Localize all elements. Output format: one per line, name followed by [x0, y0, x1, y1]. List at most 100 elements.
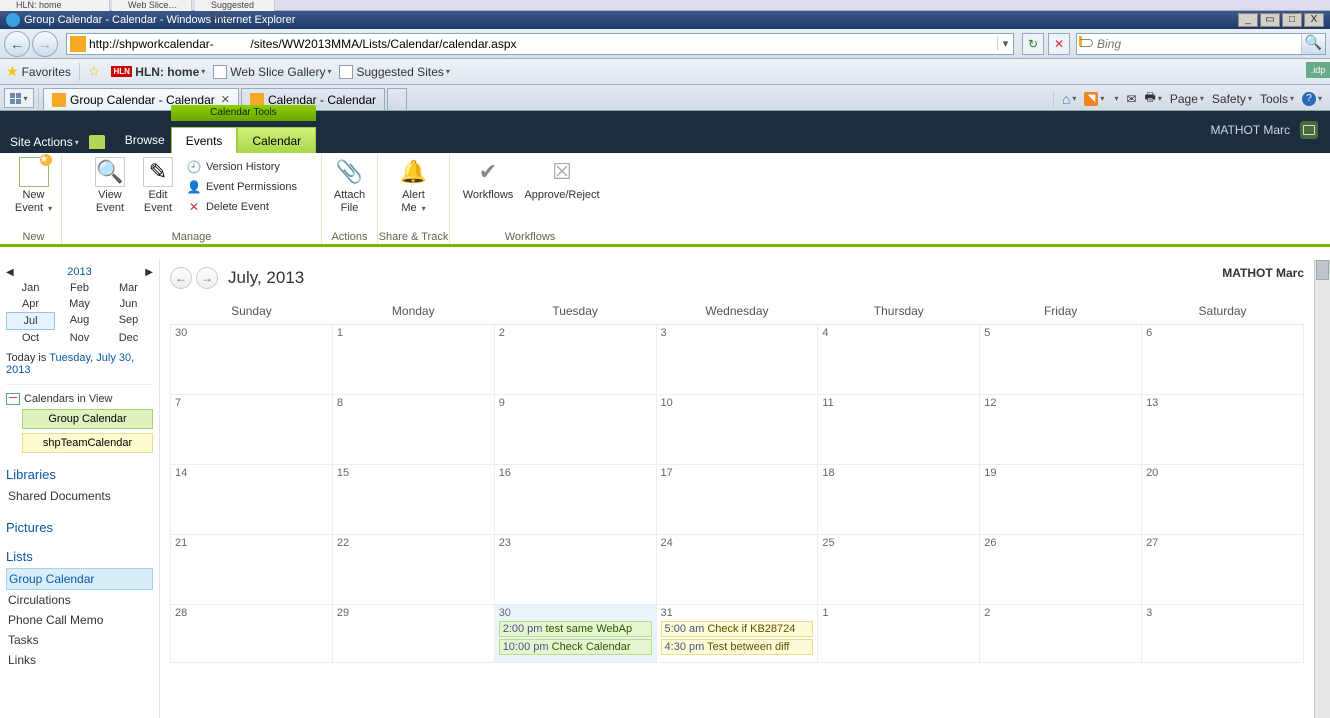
- calendar-cell[interactable]: 3: [656, 325, 818, 395]
- month-jan[interactable]: Jan: [6, 280, 55, 296]
- favorites-label[interactable]: Favorites: [22, 65, 71, 79]
- events-tab[interactable]: Events: [171, 127, 238, 153]
- fav-webslice[interactable]: Web Slice Gallery▾: [213, 65, 331, 79]
- month-sep[interactable]: Sep: [104, 312, 153, 330]
- calendar-cell[interactable]: 6: [1142, 325, 1304, 395]
- search-input[interactable]: [1097, 34, 1301, 54]
- event-item[interactable]: 4:30 pm Test between diff: [661, 639, 814, 655]
- month-nov[interactable]: Nov: [55, 330, 104, 346]
- forward-button[interactable]: →: [32, 31, 58, 57]
- calendar-cell[interactable]: 12: [980, 395, 1142, 465]
- nav-shared-documents[interactable]: Shared Documents: [6, 486, 153, 506]
- month-may[interactable]: May: [55, 296, 104, 312]
- month-mar[interactable]: Mar: [104, 280, 153, 296]
- stop-button[interactable]: ✕: [1048, 33, 1070, 55]
- back-button[interactable]: ←: [4, 31, 30, 57]
- feeds-split-button[interactable]: ◥▾: [1084, 92, 1104, 106]
- minical-prev[interactable]: ◀: [6, 267, 14, 278]
- address-bar[interactable]: ▾: [66, 33, 1014, 55]
- calendar-cell[interactable]: 17: [656, 465, 818, 535]
- calendar-cell[interactable]: 16: [494, 465, 656, 535]
- help-menu[interactable]: ?▾: [1302, 92, 1322, 106]
- address-input[interactable]: [89, 34, 997, 54]
- event-permissions-button[interactable]: 👤Event Permissions: [186, 177, 297, 197]
- event-item[interactable]: 2:00 pm test same WebAp: [499, 621, 652, 637]
- calendar-cell[interactable]: 18: [818, 465, 980, 535]
- month-jun[interactable]: Jun: [104, 296, 153, 312]
- top-tab-2[interactable]: Web Slice…: [112, 0, 192, 11]
- new-event-button[interactable]: ★ New Event ▾: [10, 155, 58, 229]
- month-dec[interactable]: Dec: [104, 330, 153, 346]
- maximize-button[interactable]: □: [1282, 13, 1302, 27]
- calendars-in-view-header[interactable]: Calendars in View: [6, 393, 153, 405]
- month-aug[interactable]: Aug: [55, 312, 104, 330]
- minical-year[interactable]: 2013: [67, 266, 91, 278]
- calendar-cell[interactable]: 27: [1142, 535, 1304, 605]
- calendar-cell[interactable]: 20: [1142, 465, 1304, 535]
- search-bar[interactable]: 🔍: [1076, 33, 1326, 55]
- nav-links[interactable]: Links: [6, 650, 153, 670]
- calendar-cell[interactable]: 5: [980, 325, 1142, 395]
- page-menu[interactable]: Page▾: [1170, 92, 1204, 106]
- calendar-cell[interactable]: 19: [980, 465, 1142, 535]
- cal-prev-month[interactable]: ←: [170, 267, 192, 289]
- calendar-cell[interactable]: 25: [818, 535, 980, 605]
- minimize-button[interactable]: _: [1238, 13, 1258, 27]
- calendar-cell[interactable]: 22: [332, 535, 494, 605]
- search-button[interactable]: 🔍: [1301, 34, 1325, 54]
- calendar-cell[interactable]: 302:00 pm test same WebAp10:00 pm Check …: [494, 605, 656, 663]
- fav-suggested[interactable]: Suggested Sites▾: [339, 65, 449, 79]
- alert-me-button[interactable]: 🔔Alert Me ▾: [384, 155, 444, 229]
- nav-pictures[interactable]: Pictures: [6, 520, 153, 535]
- nav-group-calendar[interactable]: Group Calendar: [6, 568, 153, 590]
- nav-phone-memo[interactable]: Phone Call Memo: [6, 610, 153, 630]
- calendar-cell[interactable]: 9: [494, 395, 656, 465]
- calendar-cell[interactable]: 30: [171, 325, 333, 395]
- minical-next[interactable]: ▶: [145, 267, 153, 278]
- calendar-cell[interactable]: 14: [171, 465, 333, 535]
- nav-lists[interactable]: Lists: [6, 549, 153, 564]
- quick-tabs-button[interactable]: ▾: [4, 88, 34, 108]
- calendar-cell[interactable]: 1: [332, 325, 494, 395]
- calendar-cell[interactable]: 26: [980, 535, 1142, 605]
- user-menu[interactable]: MATHOT Marc: [1210, 123, 1290, 137]
- nav-libraries[interactable]: Libraries: [6, 467, 153, 482]
- edit-event-button[interactable]: ✎Edit Event: [134, 155, 182, 229]
- calendar-cell[interactable]: 4: [818, 325, 980, 395]
- calendar-cell[interactable]: 24: [656, 535, 818, 605]
- calendar-cell[interactable]: 8: [332, 395, 494, 465]
- scroll-thumb[interactable]: [1316, 260, 1329, 280]
- month-apr[interactable]: Apr: [6, 296, 55, 312]
- approve-reject-button[interactable]: ☒Approve/Reject: [520, 155, 604, 229]
- calendar-cell[interactable]: 1: [818, 605, 980, 663]
- event-item[interactable]: 10:00 pm Check Calendar: [499, 639, 652, 655]
- safety-menu[interactable]: Safety▾: [1212, 92, 1252, 106]
- event-item[interactable]: 5:00 am Check if KB28724: [661, 621, 814, 637]
- calendar-cell[interactable]: 7: [171, 395, 333, 465]
- calendar-cell[interactable]: 13: [1142, 395, 1304, 465]
- month-oct[interactable]: Oct: [6, 330, 55, 346]
- calendar-cell[interactable]: 21: [171, 535, 333, 605]
- address-dropdown[interactable]: ▾: [997, 37, 1013, 50]
- favorites-add-icon[interactable]: ☆: [88, 63, 104, 80]
- month-feb[interactable]: Feb: [55, 280, 104, 296]
- navigate-up-icon[interactable]: [89, 135, 105, 149]
- top-tab-1[interactable]: HLN: home: [0, 0, 110, 11]
- version-history-button[interactable]: 🕘Version History: [186, 157, 297, 177]
- print-split-button[interactable]: 🖶▾: [1145, 88, 1162, 109]
- workflows-button[interactable]: ✔Workflows: [456, 155, 520, 229]
- cal-next-month[interactable]: →: [196, 267, 218, 289]
- tools-menu[interactable]: Tools▾: [1260, 92, 1294, 106]
- calendar-tab[interactable]: Calendar: [237, 127, 316, 153]
- browse-tab[interactable]: Browse: [125, 133, 165, 147]
- top-tab-3[interactable]: Suggested Sites: [195, 0, 275, 11]
- calendar-cell[interactable]: 2: [980, 605, 1142, 663]
- calendar-cell[interactable]: 315:00 am Check if KB287244:30 pm Test b…: [656, 605, 818, 663]
- calendar-cell[interactable]: 23: [494, 535, 656, 605]
- restore-button[interactable]: ▭: [1260, 13, 1280, 27]
- calendar-chip-team[interactable]: shpTeamCalendar: [22, 433, 153, 453]
- calendar-cell[interactable]: 15: [332, 465, 494, 535]
- calendar-cell[interactable]: 11: [818, 395, 980, 465]
- new-tab-button[interactable]: [387, 88, 407, 110]
- favorites-star-icon[interactable]: ★: [6, 63, 19, 80]
